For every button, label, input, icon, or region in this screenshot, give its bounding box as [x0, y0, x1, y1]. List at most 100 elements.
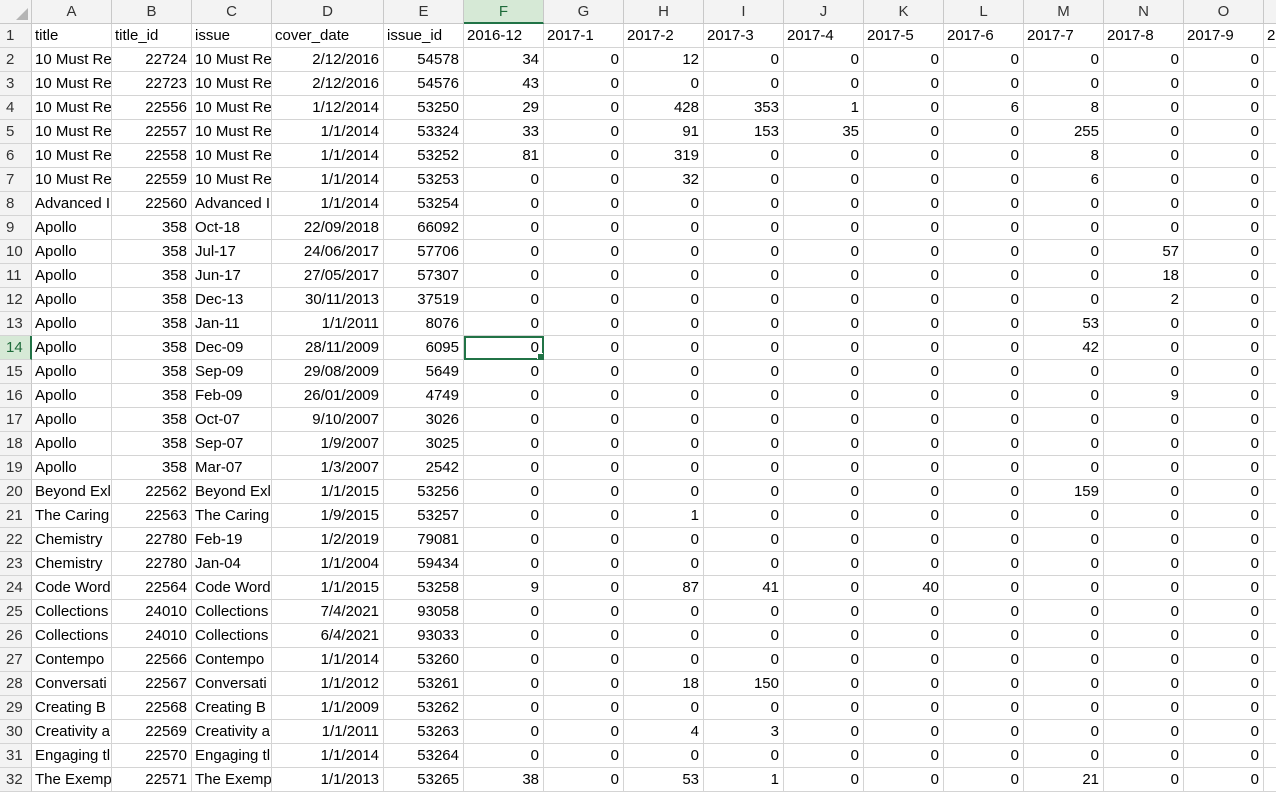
- cell-j30[interactable]: 0: [784, 720, 864, 744]
- cell-j23[interactable]: 0: [784, 552, 864, 576]
- cell-f32[interactable]: 38: [464, 768, 544, 792]
- cell-j1[interactable]: 2017-4: [784, 24, 864, 48]
- cell-l21[interactable]: 0: [944, 504, 1024, 528]
- cell-b30[interactable]: 22569: [112, 720, 192, 744]
- cell-l7[interactable]: 0: [944, 168, 1024, 192]
- cell-k1[interactable]: 2017-5: [864, 24, 944, 48]
- cell-i5[interactable]: 153: [704, 120, 784, 144]
- cell-p5[interactable]: [1264, 120, 1276, 144]
- cell-o14[interactable]: 0: [1184, 336, 1264, 360]
- cell-l27[interactable]: 0: [944, 648, 1024, 672]
- cell-g31[interactable]: 0: [544, 744, 624, 768]
- cell-c4[interactable]: 10 Must Re: [192, 96, 272, 120]
- cell-e30[interactable]: 53263: [384, 720, 464, 744]
- cell-k27[interactable]: 0: [864, 648, 944, 672]
- cell-b27[interactable]: 22566: [112, 648, 192, 672]
- cell-j19[interactable]: 0: [784, 456, 864, 480]
- cell-l30[interactable]: 0: [944, 720, 1024, 744]
- cell-o5[interactable]: 0: [1184, 120, 1264, 144]
- cell-c9[interactable]: Oct-18: [192, 216, 272, 240]
- cell-c29[interactable]: Creating B: [192, 696, 272, 720]
- cell-f23[interactable]: 0: [464, 552, 544, 576]
- cell-b4[interactable]: 22556: [112, 96, 192, 120]
- cell-h17[interactable]: 0: [624, 408, 704, 432]
- cell-h5[interactable]: 91: [624, 120, 704, 144]
- cell-h10[interactable]: 0: [624, 240, 704, 264]
- cell-d14[interactable]: 28/11/2009: [272, 336, 384, 360]
- cell-k23[interactable]: 0: [864, 552, 944, 576]
- cell-i9[interactable]: 0: [704, 216, 784, 240]
- row-header-25[interactable]: 25: [0, 600, 32, 624]
- cell-o22[interactable]: 0: [1184, 528, 1264, 552]
- row-header-12[interactable]: 12: [0, 288, 32, 312]
- cell-g6[interactable]: 0: [544, 144, 624, 168]
- cell-o15[interactable]: 0: [1184, 360, 1264, 384]
- cell-a6[interactable]: 10 Must Re: [32, 144, 112, 168]
- cell-d30[interactable]: 1/1/2011: [272, 720, 384, 744]
- cell-o26[interactable]: 0: [1184, 624, 1264, 648]
- active-cell[interactable]: 0: [464, 336, 544, 360]
- cell-f1[interactable]: 2016-12: [464, 24, 544, 48]
- cell-h21[interactable]: 1: [624, 504, 704, 528]
- cell-l23[interactable]: 0: [944, 552, 1024, 576]
- cell-c17[interactable]: Oct-07: [192, 408, 272, 432]
- cell-i12[interactable]: 0: [704, 288, 784, 312]
- cell-i22[interactable]: 0: [704, 528, 784, 552]
- cell-p4[interactable]: [1264, 96, 1276, 120]
- cell-b23[interactable]: 22780: [112, 552, 192, 576]
- cell-n22[interactable]: 0: [1104, 528, 1184, 552]
- cell-b31[interactable]: 22570: [112, 744, 192, 768]
- cell-g26[interactable]: 0: [544, 624, 624, 648]
- cell-d23[interactable]: 1/1/2004: [272, 552, 384, 576]
- cell-p21[interactable]: [1264, 504, 1276, 528]
- cell-a14[interactable]: Apollo: [32, 336, 112, 360]
- cell-j7[interactable]: 0: [784, 168, 864, 192]
- cell-p26[interactable]: [1264, 624, 1276, 648]
- row-header-17[interactable]: 17: [0, 408, 32, 432]
- cell-i14[interactable]: 0: [704, 336, 784, 360]
- row-header-23[interactable]: 23: [0, 552, 32, 576]
- cell-e18[interactable]: 3025: [384, 432, 464, 456]
- cell-d6[interactable]: 1/1/2014: [272, 144, 384, 168]
- cell-j14[interactable]: 0: [784, 336, 864, 360]
- cell-m32[interactable]: 21: [1024, 768, 1104, 792]
- cell-m3[interactable]: 0: [1024, 72, 1104, 96]
- cell-c12[interactable]: Dec-13: [192, 288, 272, 312]
- cell-m21[interactable]: 0: [1024, 504, 1104, 528]
- cell-f3[interactable]: 43: [464, 72, 544, 96]
- cell-j2[interactable]: 0: [784, 48, 864, 72]
- cell-m6[interactable]: 8: [1024, 144, 1104, 168]
- cell-c19[interactable]: Mar-07: [192, 456, 272, 480]
- cell-n21[interactable]: 0: [1104, 504, 1184, 528]
- cell-l22[interactable]: 0: [944, 528, 1024, 552]
- cell-j6[interactable]: 0: [784, 144, 864, 168]
- row-header-19[interactable]: 19: [0, 456, 32, 480]
- cell-h1[interactable]: 2017-2: [624, 24, 704, 48]
- cell-n28[interactable]: 0: [1104, 672, 1184, 696]
- cell-l8[interactable]: 0: [944, 192, 1024, 216]
- cell-p22[interactable]: [1264, 528, 1276, 552]
- cell-b29[interactable]: 22568: [112, 696, 192, 720]
- cell-j29[interactable]: 0: [784, 696, 864, 720]
- cell-n19[interactable]: 0: [1104, 456, 1184, 480]
- cell-d3[interactable]: 2/12/2016: [272, 72, 384, 96]
- cell-l3[interactable]: 0: [944, 72, 1024, 96]
- cell-a9[interactable]: Apollo: [32, 216, 112, 240]
- cell-p16[interactable]: [1264, 384, 1276, 408]
- cell-m22[interactable]: 0: [1024, 528, 1104, 552]
- cell-i13[interactable]: 0: [704, 312, 784, 336]
- cell-d28[interactable]: 1/1/2012: [272, 672, 384, 696]
- cell-h24[interactable]: 87: [624, 576, 704, 600]
- cell-b16[interactable]: 358: [112, 384, 192, 408]
- cell-m27[interactable]: 0: [1024, 648, 1104, 672]
- cell-i30[interactable]: 3: [704, 720, 784, 744]
- cell-l11[interactable]: 0: [944, 264, 1024, 288]
- cell-j27[interactable]: 0: [784, 648, 864, 672]
- cell-b26[interactable]: 24010: [112, 624, 192, 648]
- cell-b1[interactable]: title_id: [112, 24, 192, 48]
- cell-e13[interactable]: 8076: [384, 312, 464, 336]
- cell-e22[interactable]: 79081: [384, 528, 464, 552]
- row-header-31[interactable]: 31: [0, 744, 32, 768]
- cell-a17[interactable]: Apollo: [32, 408, 112, 432]
- cell-f19[interactable]: 0: [464, 456, 544, 480]
